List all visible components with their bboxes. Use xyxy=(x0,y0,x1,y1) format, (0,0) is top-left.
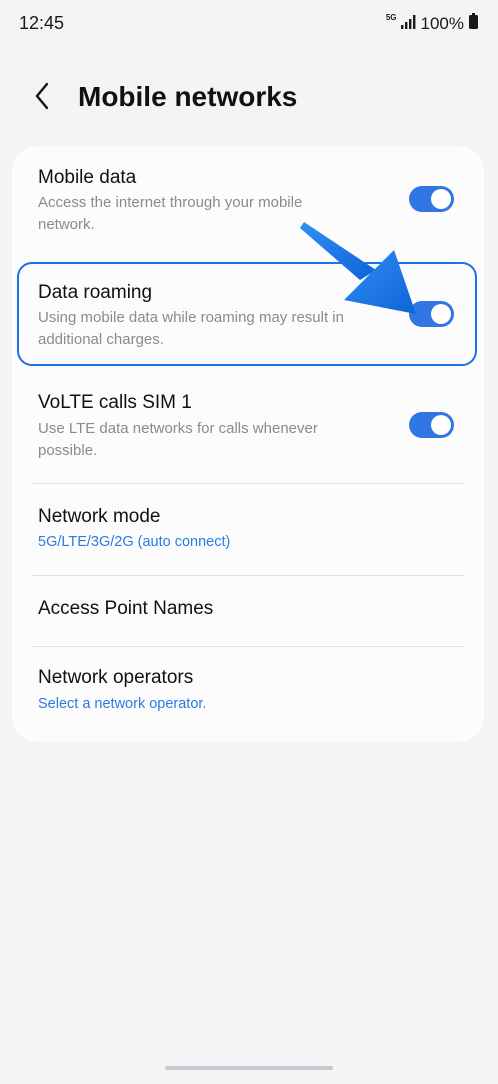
battery-icon xyxy=(469,13,478,34)
network-type: 5G xyxy=(385,13,397,22)
volte-toggle[interactable] xyxy=(409,412,454,438)
mobile-data-title: Mobile data xyxy=(38,167,137,188)
network-mode-value: 5G/LTE/3G/2G (auto connect) xyxy=(38,534,231,550)
network-operators-title: Network operators xyxy=(38,667,194,688)
page-title: Mobile networks xyxy=(78,81,298,112)
pointer-arrow-icon xyxy=(300,222,416,314)
status-bar: 12:45 5G 100% xyxy=(0,0,498,48)
mobile-data-toggle[interactable] xyxy=(409,186,454,212)
toggle-knob xyxy=(431,415,451,435)
volte-row[interactable]: VoLTE calls SIM 1 Use LTE data networks … xyxy=(12,374,484,482)
signal-icon xyxy=(400,14,416,34)
app-header: Mobile networks xyxy=(0,70,498,126)
network-mode-title: Network mode xyxy=(38,506,161,527)
volte-description: Use LTE data networks for calls whenever… xyxy=(38,420,318,459)
toggle-knob xyxy=(431,189,451,209)
volte-title: VoLTE calls SIM 1 xyxy=(38,392,192,413)
back-button[interactable] xyxy=(26,80,58,116)
apn-row[interactable]: Access Point Names xyxy=(12,576,484,646)
network-operators-row[interactable]: Network operators Select a network opera… xyxy=(12,647,484,737)
apn-title: Access Point Names xyxy=(38,598,214,619)
gesture-handle[interactable] xyxy=(165,1066,333,1070)
network-mode-row[interactable]: Network mode 5G/LTE/3G/2G (auto connect) xyxy=(12,484,484,574)
network-operators-value: Select a network operator. xyxy=(38,696,207,712)
battery-level: 100% xyxy=(420,13,464,33)
chevron-left-icon xyxy=(34,82,50,115)
status-indicators: 5G 100% xyxy=(386,13,478,34)
status-time: 12:45 xyxy=(19,13,65,33)
